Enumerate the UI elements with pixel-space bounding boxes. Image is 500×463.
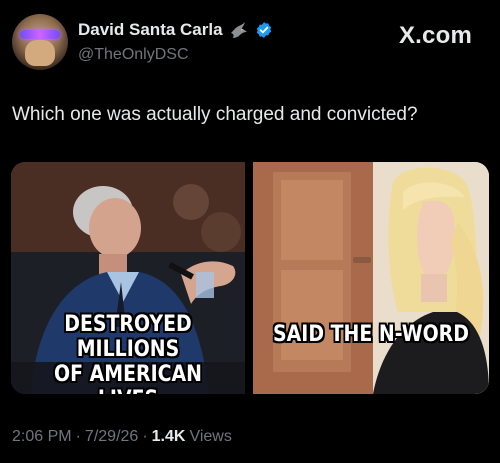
views-label: Views [189, 428, 232, 445]
avatar-face [25, 40, 55, 66]
media-image-right[interactable]: SAID THE N-WORD [253, 162, 489, 394]
courtroom-scene [253, 162, 489, 394]
meta-separator: · [142, 428, 148, 445]
display-name[interactable]: David Santa Carla [78, 20, 223, 40]
tweet-header: David Santa Carla @TheOnlyDSC X.com [12, 12, 488, 70]
left-caption-line2: OF AMERICAN LIVES [54, 362, 202, 394]
media-image-left[interactable]: DESTROYED MILLIONS OF AMERICAN LIVES [11, 162, 245, 394]
avatar[interactable] [12, 14, 68, 70]
meta-separator: · [75, 428, 81, 445]
left-caption: DESTROYED MILLIONS OF AMERICAN LIVES [27, 312, 228, 394]
user-handle[interactable]: @TheOnlyDSC [78, 46, 189, 64]
tweet-media[interactable]: DESTROYED MILLIONS OF AMERICAN LIVES SAI… [11, 162, 489, 394]
verified-badge-icon [255, 21, 273, 39]
left-caption-line1: DESTROYED MILLIONS [64, 312, 192, 362]
views-count[interactable]: 1.4K [152, 428, 186, 446]
tweet-meta: 2:06 PM · 7/29/26 · 1.4K Views [12, 428, 232, 446]
tweet-text: Which one was actually charged and convi… [12, 104, 418, 125]
tweet-time[interactable]: 2:06 PM [12, 428, 72, 446]
name-row: David Santa Carla [78, 20, 273, 40]
brand-logo-text: X.com [398, 22, 472, 49]
tweet-date[interactable]: 7/29/26 [85, 428, 138, 446]
avatar-visor [20, 30, 60, 39]
right-caption: SAID THE N-WORD [273, 322, 469, 347]
bird-icon [229, 21, 249, 39]
